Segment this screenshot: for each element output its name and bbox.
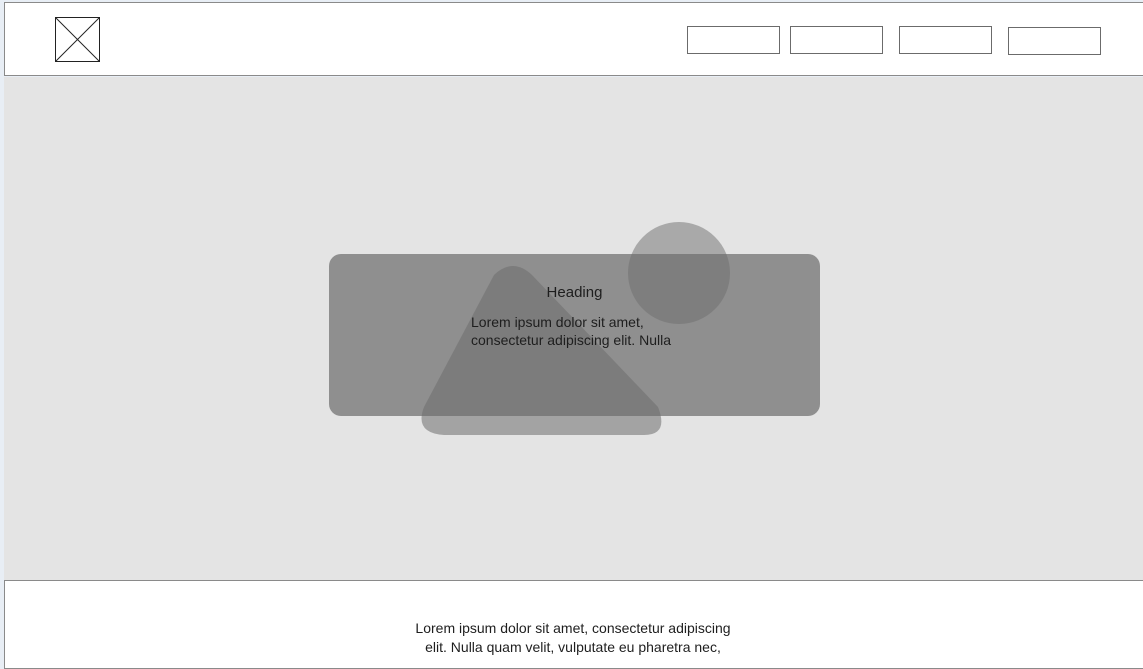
card-body-text: Lorem ipsum dolor sit amet, consectetur … (471, 313, 701, 349)
nav-button-1[interactable] (687, 26, 780, 54)
nav-button-2[interactable] (790, 26, 883, 54)
nav-button-4[interactable] (1008, 27, 1101, 55)
footer-text: Lorem ipsum dolor sit amet, consectetur … (393, 619, 753, 657)
card-body-line: consectetur adipiscing elit. Nulla (471, 332, 671, 348)
card-body-line: Lorem ipsum dolor sit amet, (471, 314, 644, 330)
footer-text-line: elit. Nulla quam velit, vulputate eu pha… (425, 639, 721, 655)
hero-section: Heading Lorem ipsum dolor sit amet, cons… (4, 77, 1143, 580)
footer-text-line: Lorem ipsum dolor sit amet, consectetur … (415, 620, 731, 636)
card-heading: Heading (546, 284, 603, 301)
nav-button-3[interactable] (899, 26, 992, 54)
image-placeholder-icon[interactable] (55, 17, 100, 62)
header (4, 2, 1143, 76)
footer: Lorem ipsum dolor sit amet, consectetur … (4, 580, 1143, 669)
